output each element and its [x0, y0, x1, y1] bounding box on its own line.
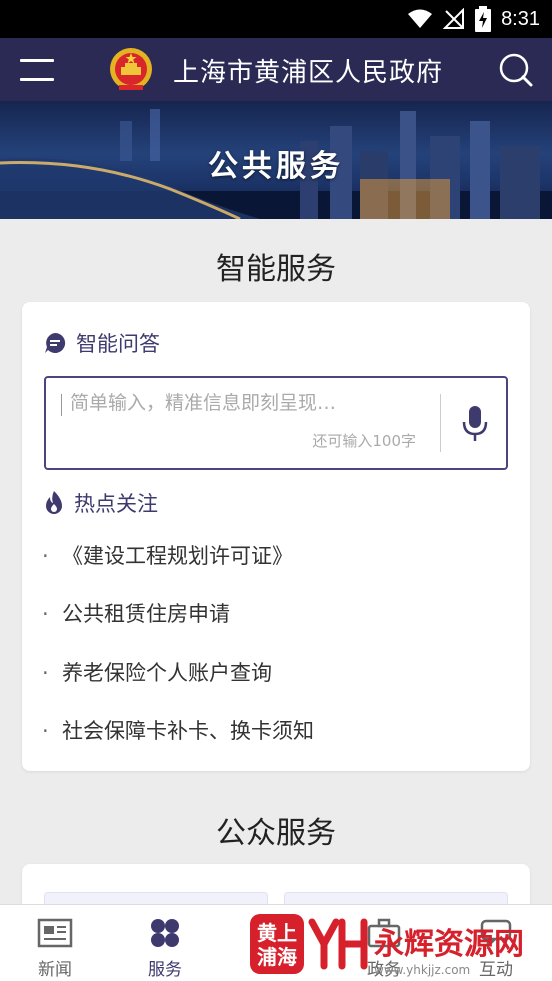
bullet: · [42, 602, 49, 626]
search-icon[interactable] [498, 52, 534, 88]
wifi-icon [408, 9, 433, 28]
svg-text:黄上: 黄上 [257, 921, 297, 945]
app-title: 上海市黄浦区人民政府 [173, 58, 444, 88]
bullet: · [42, 661, 49, 685]
bullet: · [42, 544, 49, 568]
qa-input[interactable] [70, 392, 410, 414]
microphone-icon[interactable] [458, 404, 492, 444]
app-bar: 上海市黄浦区人民政府 [0, 38, 552, 101]
status-time: 8:31 [501, 7, 540, 30]
newspaper-icon [37, 918, 73, 948]
tab-news-label: 新闻 [38, 960, 72, 980]
qa-heading-label: 智能问答 [76, 332, 160, 356]
tab-news[interactable]: 新闻 [5, 905, 105, 981]
national-emblem-icon [110, 48, 152, 90]
tab-services[interactable]: 服务 [115, 905, 215, 981]
hot-item[interactable]: · 《建设工程规划许可证》 [42, 540, 293, 570]
flame-icon [46, 491, 62, 514]
hot-heading: 热点关注 [44, 488, 158, 518]
svg-text:www.yhkjjz.com: www.yhkjjz.com [374, 963, 470, 977]
qa-divider [440, 394, 441, 452]
four-petal-icon [151, 919, 179, 947]
qa-heading: 智能问答 [44, 328, 160, 358]
hot-item-label: 养老保险个人账户查询 [62, 661, 272, 685]
battery-charging-icon [475, 6, 492, 32]
chat-bubble-icon [45, 332, 66, 353]
hot-item[interactable]: · 社会保障卡补卡、换卡须知 [42, 715, 314, 745]
hot-heading-label: 热点关注 [74, 492, 158, 516]
public-service-title: 公众服务 [216, 816, 336, 851]
hot-item-label: 公共租赁住房申请 [62, 602, 230, 626]
bullet: · [42, 719, 49, 743]
svg-text:浦海: 浦海 [257, 945, 297, 969]
svg-text:永辉资源网: 永辉资源网 [374, 927, 524, 962]
banner: 公共服务 [0, 101, 552, 219]
qa-char-count: 还可输入100字 [312, 432, 416, 450]
smart-service-title: 智能服务 [216, 252, 336, 287]
qa-input-box[interactable]: 还可输入100字 [44, 376, 508, 470]
hot-item-label: 《建设工程规划许可证》 [62, 544, 293, 568]
hot-item-label: 社会保障卡补卡、换卡须知 [62, 719, 314, 743]
banner-title: 公共服务 [208, 149, 344, 184]
status-icons: 8:31 [407, 6, 540, 32]
status-bar: 8:31 [0, 0, 552, 38]
text-cursor [61, 394, 62, 416]
hot-item[interactable]: · 公共租赁住房申请 [42, 598, 230, 628]
smart-service-card: 智能问答 还可输入100字 热点关注 · 《建设工程规划许可证》 · 公共租赁住房申… [22, 302, 530, 771]
watermark-logo: 黄上 浦海 永辉资源网 www.yhkjjz.com [250, 914, 524, 977]
tab-services-label: 服务 [148, 960, 182, 980]
signal-icon [443, 8, 465, 29]
hamburger-menu-icon[interactable] [20, 57, 54, 83]
hot-item[interactable]: · 养老保险个人账户查询 [42, 657, 272, 687]
